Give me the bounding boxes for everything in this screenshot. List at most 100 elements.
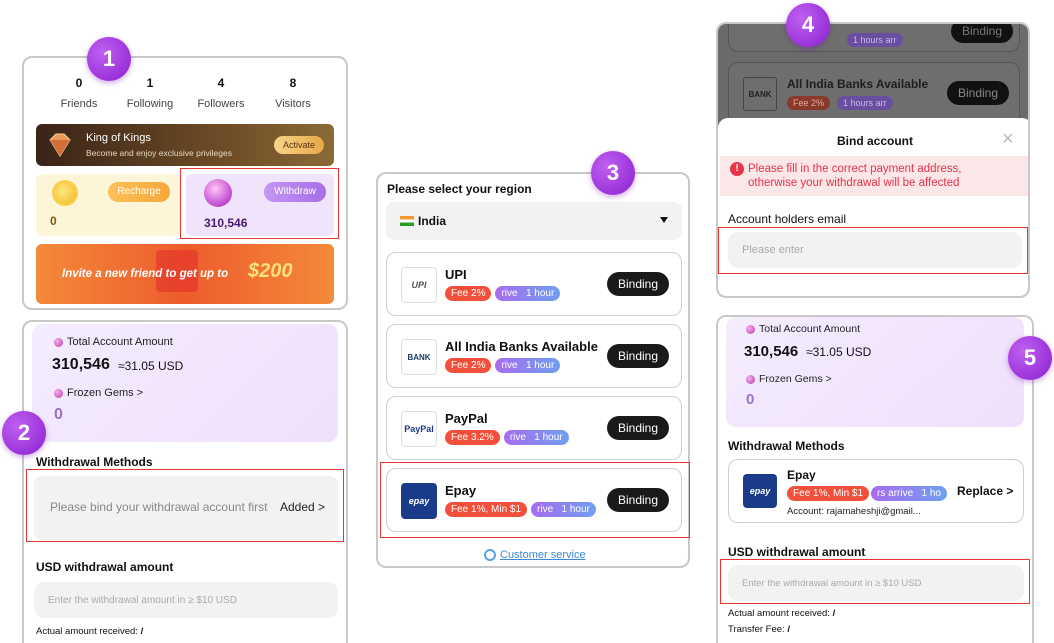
total-label: Total Account Amount: [746, 323, 860, 335]
usd-amount-input[interactable]: Enter the withdrawal amount in ≥ $10 USD: [728, 565, 1024, 601]
bank-icon: BANK: [743, 77, 777, 111]
bank-name: All India Banks Available: [787, 77, 929, 91]
stat-followers[interactable]: 4 Followers: [186, 76, 256, 110]
withdraw-card[interactable]: Withdraw 310,546: [186, 174, 334, 236]
actual-value: /: [832, 608, 836, 619]
email-label: Account holders email: [728, 212, 847, 226]
vip-subtitle: Become and enjoy exclusive privileges: [86, 148, 232, 158]
total-label-text: Total Account Amount: [67, 336, 173, 348]
method-name: All India Banks Available: [445, 339, 598, 354]
recharge-amount: 0: [50, 214, 57, 228]
stat-label: Followers: [197, 98, 245, 110]
epay-logo-icon: epay: [401, 483, 437, 519]
region-title: Please select your region: [387, 182, 532, 196]
region-panel: Please select your region India UPI UPI …: [376, 172, 690, 568]
arrive-badge: rive 1 hour: [531, 502, 596, 517]
stat-value: 1: [146, 76, 154, 90]
actual-label: Actual amount received:: [36, 626, 138, 637]
customer-service-link[interactable]: Customer service: [484, 549, 586, 562]
fee-value: /: [787, 624, 790, 635]
method-name: Epay: [787, 468, 816, 482]
frozen-label-text: Frozen Gems >: [759, 373, 832, 385]
stat-value: 4: [217, 76, 225, 90]
gem-icon: [54, 388, 63, 398]
invite-banner[interactable]: Invite a new friend to get up to $200: [36, 244, 334, 304]
replace-link[interactable]: Replace >: [957, 484, 1013, 498]
arrive-badge: rs arrive 1 ho: [871, 486, 947, 501]
method-paypal[interactable]: PayPal PayPal Fee 3.2% rive 1 hour Bindin…: [386, 396, 682, 460]
method-name: Epay: [445, 483, 477, 498]
headset-icon: [484, 549, 496, 562]
total-usd: ≈31.05 USD: [806, 345, 872, 359]
selected-method-epay[interactable]: epay Epay Fee 1%, Min $1 rs arrive 1 ho …: [728, 459, 1024, 523]
binding-button[interactable]: Binding: [607, 344, 669, 368]
arrive-badge: rive 1 hour: [495, 358, 561, 373]
withdraw-amount: 310,546: [204, 216, 248, 230]
total-value: 310,546: [744, 343, 799, 360]
stat-value: 8: [289, 76, 297, 90]
hours-text: 1 hour: [525, 288, 555, 299]
bank-icon: BANK: [401, 339, 437, 375]
final-withdrawal-panel: Total Account Amount 310,546 ≈31.05 USD …: [716, 315, 1034, 643]
hours-badge: 1 hours arr: [837, 96, 893, 110]
withdraw-button[interactable]: Withdraw: [264, 182, 326, 202]
frozen-label-text: Frozen Gems >: [67, 387, 144, 399]
binding-button[interactable]: Binding: [607, 488, 669, 512]
actual-value: /: [140, 626, 144, 637]
recharge-button[interactable]: Recharge: [108, 182, 170, 202]
fee-badge: Fee 2%: [445, 358, 492, 373]
total-usd: ≈31.05 USD: [118, 359, 184, 373]
customer-service-text: Customer service: [500, 549, 586, 561]
fee-badge: Fee 1%, Min $1: [445, 502, 528, 517]
gem-icon: [54, 337, 63, 347]
fee-badge: Fee 2%: [445, 286, 492, 301]
method-bank[interactable]: BANK All India Banks Available Fee 2% riv…: [386, 324, 682, 388]
arrive-text: rive: [537, 504, 554, 515]
binding-button[interactable]: Binding: [947, 81, 1009, 105]
warning-banner: ! Please fill in the correct payment add…: [720, 156, 1028, 196]
bank-method-item: BANK All India Banks Available Fee 2% 1 …: [728, 62, 1020, 126]
close-icon[interactable]: ×: [1002, 128, 1014, 151]
hours-text: 1 hour: [525, 360, 555, 371]
gem-icon: [746, 324, 755, 334]
total-label-text: Total Account Amount: [759, 323, 860, 335]
actual-amount: Actual amount received: /: [728, 608, 835, 619]
bind-prompt: Please bind your withdrawal account firs…: [50, 500, 268, 514]
frozen-value: 0: [746, 391, 755, 408]
upi-logo-icon: UPI: [401, 267, 437, 303]
vip-card[interactable]: King of Kings Become and enjoy exclusive…: [36, 124, 334, 166]
binding-button[interactable]: Binding: [607, 272, 669, 296]
recharge-card[interactable]: Recharge 0: [36, 174, 180, 236]
fee-label: Transfer Fee:: [728, 624, 785, 635]
step-badge-5: 5: [1008, 336, 1052, 380]
stat-label: Friends: [60, 98, 98, 110]
method-upi[interactable]: UPI UPI Fee 2% rive 1 hour Binding: [386, 252, 682, 316]
binding-button[interactable]: Binding: [951, 24, 1013, 43]
binding-button[interactable]: Binding: [607, 416, 669, 440]
top-method-item: 1 hours arr Binding: [728, 24, 1020, 52]
stat-following[interactable]: 1 Following: [115, 76, 185, 110]
email-input[interactable]: Please enter: [728, 232, 1022, 268]
stat-visitors[interactable]: 8 Visitors: [258, 76, 328, 110]
withdrawal-panel: Total Account Amount 310,546 ≈31.05 USD …: [22, 320, 348, 643]
country-name: India: [418, 214, 447, 228]
hours-badge: 1 hours arr: [847, 33, 903, 47]
method-epay[interactable]: epay Epay Fee 1%, Min $1 rive 1 hour Bind…: [386, 468, 682, 532]
method-name: PayPal: [445, 411, 488, 426]
fee-badge: Fee 3.2%: [445, 430, 500, 445]
arrive-text: rive: [501, 360, 518, 371]
methods-label: Withdrawal Methods: [728, 439, 845, 453]
activate-button[interactable]: Activate: [274, 136, 324, 154]
method-name: UPI: [445, 267, 467, 282]
hours-text: 1 hour: [561, 504, 590, 515]
total-label: Total Account Amount: [54, 336, 173, 348]
added-link[interactable]: Added >: [280, 500, 325, 514]
india-flag-icon: [400, 216, 414, 226]
frozen-gems-link[interactable]: Frozen Gems >: [54, 387, 143, 399]
country-select[interactable]: India: [386, 202, 682, 240]
actual-amount: Actual amount received: /: [36, 626, 143, 637]
bind-account-row[interactable]: Please bind your withdrawal account firs…: [34, 476, 338, 540]
frozen-gems-link[interactable]: Frozen Gems >: [746, 373, 832, 385]
usd-amount-input[interactable]: Enter the withdrawal amount in ≥ $10 USD: [34, 582, 338, 618]
stat-friends[interactable]: 0 Friends: [44, 76, 114, 110]
